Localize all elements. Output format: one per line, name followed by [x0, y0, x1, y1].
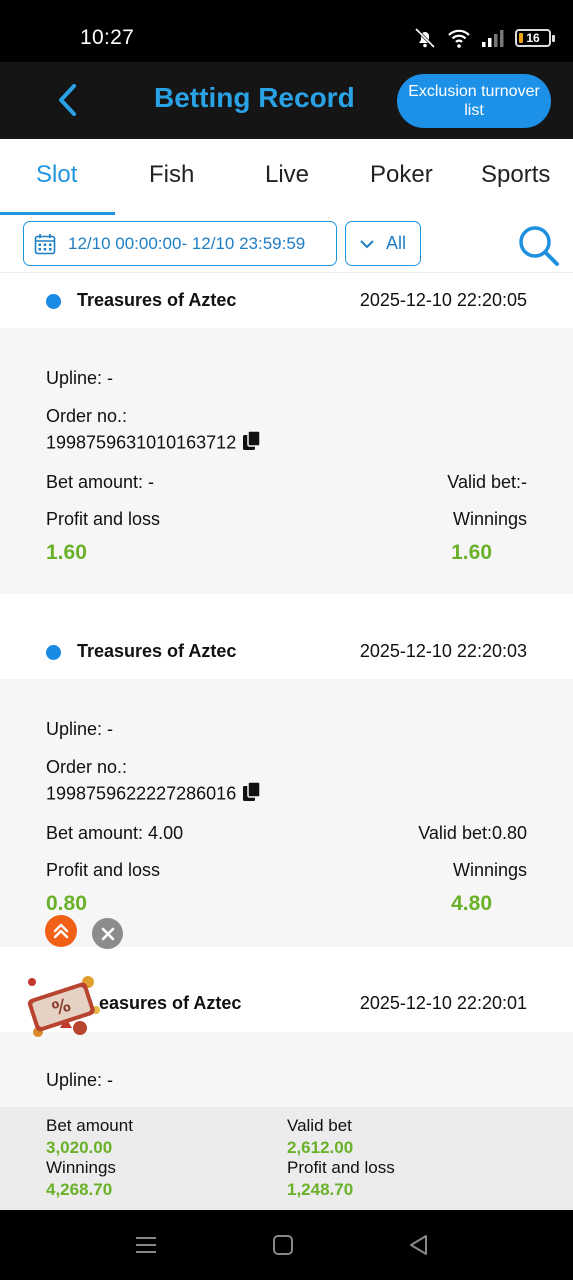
- back-triangle-icon[interactable]: [406, 1232, 432, 1258]
- bet-time: 2025-12-10 22:20:05: [359, 290, 527, 310]
- system-nav-bar: [0, 1210, 573, 1280]
- game-name: Treasures of Aztec: [77, 290, 237, 310]
- order-label: Order no.:: [46, 406, 128, 426]
- menu-icon[interactable]: [133, 1232, 159, 1258]
- summary-valid-bet-value: 2,612.00: [287, 1138, 354, 1157]
- page-title: Betting Record: [154, 82, 355, 113]
- summary-valid-bet-label: Valid bet: [287, 1116, 352, 1135]
- battery-icon: 16: [515, 29, 555, 47]
- summary-winnings-value: 4,268.70: [46, 1180, 113, 1199]
- bet-time: 2025-12-10 22:20:01: [359, 993, 527, 1013]
- double-chevron-up-icon: [53, 923, 69, 939]
- promo-coupon-icon[interactable]: %: [18, 968, 104, 1044]
- date-range-value: 12/10 00:00:00- 12/10 23:59:59: [68, 233, 306, 253]
- chevron-left-icon: [59, 84, 76, 116]
- status-dot: [46, 645, 61, 660]
- record-card[interactable]: Treasures of Aztec 2025-12-10 22:20:05 U…: [0, 273, 573, 594]
- profit-loss-value: 1.60: [46, 541, 87, 564]
- summary-bet-amount-label: Bet amount: [46, 1116, 133, 1135]
- home-icon[interactable]: [270, 1232, 296, 1258]
- tab-live[interactable]: Live: [265, 161, 309, 189]
- back-button[interactable]: [48, 80, 88, 120]
- record-details: Upline: - Order no.: 1998759631010163712…: [0, 328, 573, 594]
- close-icon: [101, 927, 114, 940]
- copy-icon[interactable]: [242, 781, 262, 808]
- app-header: Betting Record Exclusion turnover list: [0, 62, 573, 139]
- scroll-to-top-button[interactable]: [45, 915, 77, 947]
- filter-bar: 12/10 00:00:00- 12/10 23:59:59 All: [0, 215, 573, 273]
- copy-icon[interactable]: [242, 430, 262, 457]
- profit-loss-label: Profit and loss: [46, 860, 161, 880]
- profit-loss-value: 0.80: [46, 892, 87, 915]
- valid-bet: Valid bet:0.80: [418, 823, 527, 843]
- winnings-label: Winnings: [452, 860, 527, 880]
- tab-slot[interactable]: Slot: [36, 161, 77, 189]
- order-number-value: 1998759622227286016: [46, 783, 237, 804]
- order-label: Order no.:: [46, 757, 128, 777]
- winnings-label: Winnings: [452, 509, 527, 529]
- record-header: Treasures of Aztec 2025-12-10 22:20:03: [0, 624, 573, 679]
- battery-level: 16: [526, 31, 540, 45]
- game-name: Treasures of Aztec: [77, 641, 237, 661]
- tab-poker[interactable]: Poker: [370, 161, 433, 189]
- calendar-icon: [34, 233, 56, 254]
- bet-amount: Bet amount: 4.00: [46, 823, 184, 843]
- game-name: easures of Aztec: [99, 993, 242, 1013]
- signal-icon: [482, 30, 504, 47]
- summary-winnings-label: Winnings: [46, 1158, 116, 1177]
- order-number-value: 1998759631010163712: [46, 432, 237, 453]
- summary-profit-loss-value: 1,248.70: [287, 1180, 354, 1199]
- bet-amount: Bet amount: -: [46, 472, 155, 492]
- type-select-value: All: [385, 233, 406, 253]
- search-button[interactable]: [516, 223, 560, 267]
- mute-bell-icon: [414, 27, 436, 49]
- order-number: 1998759622227286016: [46, 781, 262, 808]
- status-bar: 10:27 16: [0, 0, 573, 62]
- status-icons: 16: [413, 26, 555, 50]
- upline: Upline: -: [46, 1070, 114, 1090]
- record-details: Upline: - Order no.: 1998759622227286016…: [0, 679, 573, 947]
- valid-bet: Valid bet:-: [447, 472, 527, 492]
- status-time: 10:27: [80, 26, 135, 49]
- order-number: 1998759631010163712: [46, 430, 262, 457]
- bet-time: 2025-12-10 22:20:03: [359, 641, 527, 661]
- winnings-value: 4.80: [451, 892, 492, 915]
- wifi-icon: [448, 29, 470, 48]
- category-tabs: Slot Fish Live Poker Sports: [0, 139, 573, 215]
- type-select[interactable]: All: [345, 221, 421, 266]
- tab-fish[interactable]: Fish: [149, 161, 194, 189]
- search-icon: [519, 226, 559, 266]
- date-range-picker[interactable]: 12/10 00:00:00- 12/10 23:59:59: [23, 221, 337, 266]
- upline: Upline: -: [46, 368, 114, 388]
- upline: Upline: -: [46, 719, 114, 739]
- record-header: Treasures of Aztec 2025-12-10 22:20:05: [0, 273, 573, 328]
- tab-sports[interactable]: Sports: [481, 161, 550, 189]
- exclusion-turnover-list-button[interactable]: Exclusion turnover list: [397, 74, 551, 128]
- summary-bet-amount-value: 3,020.00: [46, 1138, 113, 1157]
- summary-profit-loss-label: Profit and loss: [287, 1158, 395, 1177]
- chevron-down-icon: [360, 239, 374, 248]
- summary-panel: Bet amount 3,020.00 Valid bet 2,612.00 W…: [0, 1107, 573, 1210]
- status-dot: [46, 294, 61, 309]
- winnings-value: 1.60: [451, 541, 492, 564]
- close-promo-button[interactable]: [92, 918, 123, 949]
- profit-loss-label: Profit and loss: [46, 509, 161, 529]
- record-card[interactable]: Treasures of Aztec 2025-12-10 22:20:03 U…: [0, 624, 573, 947]
